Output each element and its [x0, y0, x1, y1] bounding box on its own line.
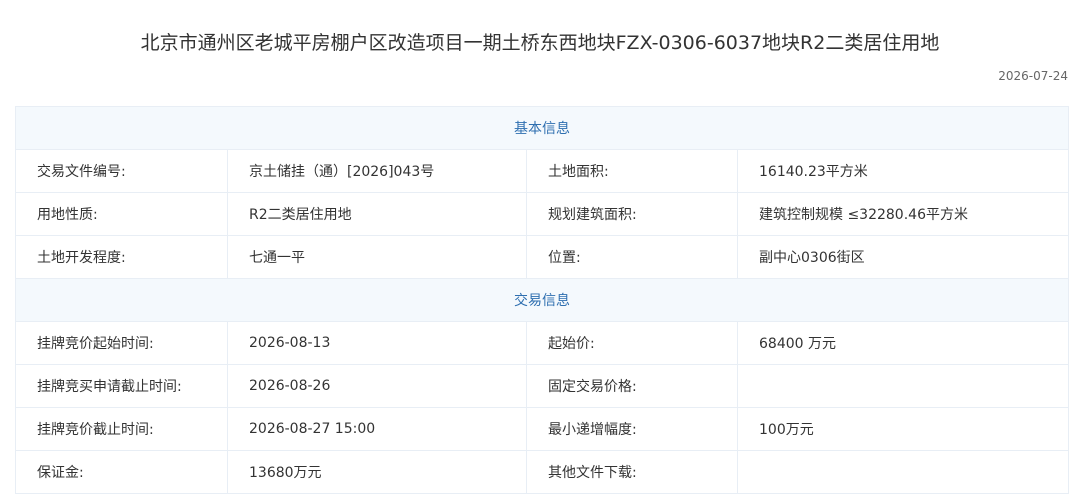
- field-value: 16140.23平方米: [737, 149, 1069, 193]
- field-label: 土地开发程度:: [15, 235, 228, 279]
- field-value: 13680万元: [227, 450, 527, 494]
- field-label: 土地面积:: [526, 149, 738, 193]
- field-value: R2二类居住用地: [227, 192, 527, 236]
- field-label: 最小递增幅度:: [526, 407, 738, 451]
- page-title: 北京市通州区老城平房棚户区改造项目一期土桥东西地块FZX-0306-6037地块…: [140, 32, 940, 54]
- section-title-trade: 交易信息: [15, 278, 1069, 322]
- section-header-trade: 交易信息: [15, 278, 1069, 322]
- field-value: 七通一平: [227, 235, 527, 279]
- field-label: 挂牌竞买申请截止时间:: [15, 364, 228, 408]
- table-row: 挂牌竞买申请截止时间: 2026-08-26 固定交易价格:: [15, 364, 1069, 408]
- field-value: 建筑控制规模 ≤32280.46平方米: [737, 192, 1069, 236]
- field-label: 起始价:: [526, 321, 738, 365]
- field-value: 副中心0306街区: [737, 235, 1069, 279]
- land-info-table: 基本信息 交易文件编号: 京土储挂（通）[2026]043号 土地面积: 161…: [15, 106, 1069, 494]
- field-label: 固定交易价格:: [526, 364, 738, 408]
- land-auction-detail-page: 北京市通州区老城平房棚户区改造项目一期土桥东西地块FZX-0306-6037地块…: [0, 0, 1080, 499]
- field-value: 京土储挂（通）[2026]043号: [227, 149, 527, 193]
- field-label: 保证金:: [15, 450, 228, 494]
- file-download-cell[interactable]: [737, 450, 1069, 494]
- table-row: 用地性质: R2二类居住用地 规划建筑面积: 建筑控制规模 ≤32280.46平…: [15, 192, 1069, 236]
- field-label: 挂牌竞价起始时间:: [15, 321, 228, 365]
- publish-date: 2026-07-24: [998, 69, 1068, 83]
- field-value: 2026-08-13: [227, 321, 527, 365]
- field-label: 挂牌竞价截止时间:: [15, 407, 228, 451]
- table-row: 挂牌竞价起始时间: 2026-08-13 起始价: 68400 万元: [15, 321, 1069, 365]
- table-row: 保证金: 13680万元 其他文件下载:: [15, 450, 1069, 494]
- table-row: 土地开发程度: 七通一平 位置: 副中心0306街区: [15, 235, 1069, 279]
- section-title-basic: 基本信息: [15, 106, 1069, 150]
- field-label: 位置:: [526, 235, 738, 279]
- field-value: 100万元: [737, 407, 1069, 451]
- field-value: [737, 364, 1069, 408]
- field-value: 2026-08-27 15:00: [227, 407, 527, 451]
- field-value: 2026-08-26: [227, 364, 527, 408]
- field-label: 交易文件编号:: [15, 149, 228, 193]
- section-header-basic: 基本信息: [15, 106, 1069, 150]
- field-value: 68400 万元: [737, 321, 1069, 365]
- field-label: 其他文件下载:: [526, 450, 738, 494]
- field-label: 规划建筑面积:: [526, 192, 738, 236]
- table-row: 挂牌竞价截止时间: 2026-08-27 15:00 最小递增幅度: 100万元: [15, 407, 1069, 451]
- field-label: 用地性质:: [15, 192, 228, 236]
- table-row: 交易文件编号: 京土储挂（通）[2026]043号 土地面积: 16140.23…: [15, 149, 1069, 193]
